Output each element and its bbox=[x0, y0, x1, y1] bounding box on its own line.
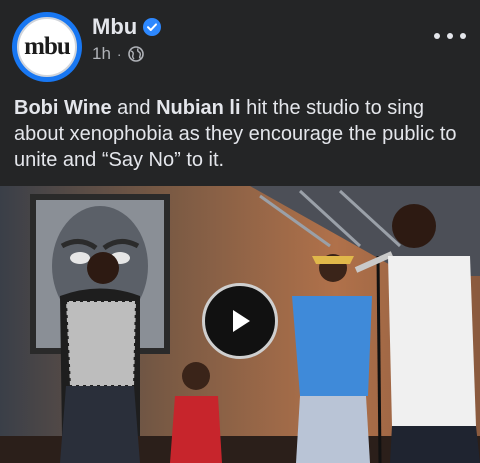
post-caption: Bobi Wine and Nubian li hit the studio t… bbox=[14, 95, 470, 173]
post-time[interactable]: 1h bbox=[92, 44, 111, 64]
play-icon bbox=[228, 308, 252, 334]
caption-name-bobi-wine[interactable]: Bobi Wine bbox=[14, 97, 112, 119]
caption-name-nubian-li[interactable]: Nubian li bbox=[156, 97, 240, 119]
meta-separator: · bbox=[116, 46, 122, 62]
name-row: Mbu bbox=[92, 14, 162, 40]
post-header: mbu Mbu 1h · bbox=[0, 0, 480, 88]
globe-icon[interactable] bbox=[127, 46, 144, 62]
play-button[interactable] bbox=[202, 283, 278, 359]
avatar-logo: mbu bbox=[17, 17, 77, 77]
video-player[interactable] bbox=[0, 186, 480, 463]
verified-badge-icon bbox=[143, 18, 162, 36]
page-name[interactable]: Mbu bbox=[92, 14, 137, 40]
post-meta: 1h · bbox=[92, 44, 144, 64]
more-options-icon[interactable] bbox=[434, 24, 466, 48]
avatar[interactable]: mbu bbox=[12, 12, 82, 82]
caption-and: and bbox=[111, 97, 157, 119]
